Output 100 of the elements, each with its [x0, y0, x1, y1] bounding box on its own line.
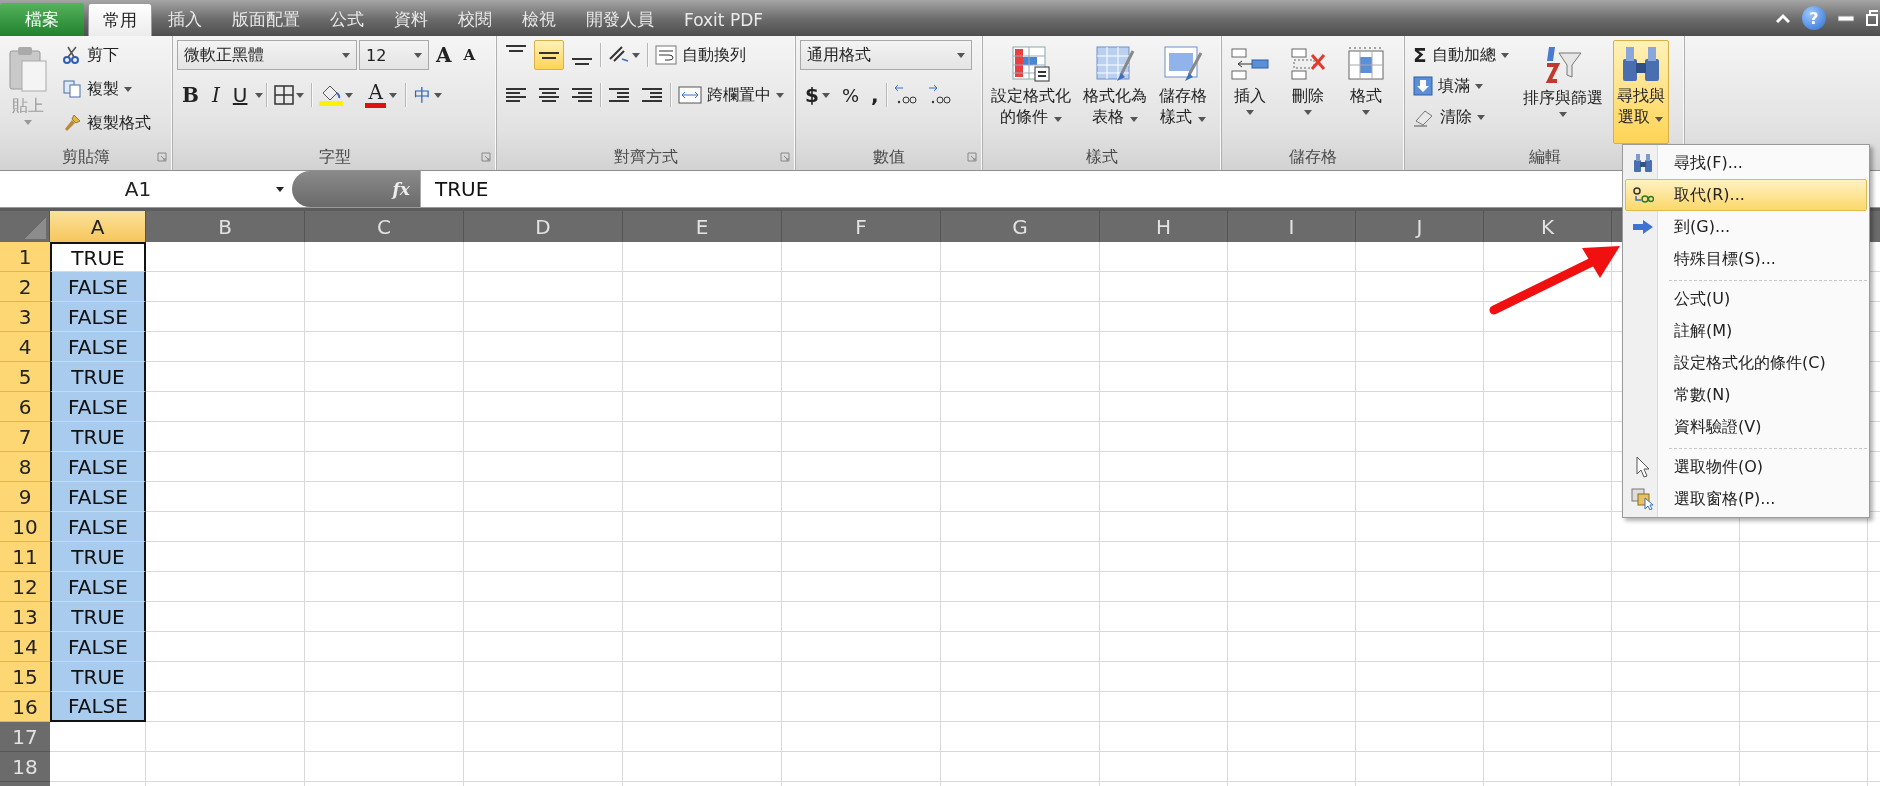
comma-button[interactable]: , [866, 80, 884, 110]
table-cell[interactable]: FALSE [50, 452, 146, 482]
ribbon-tab[interactable]: 檢視 [508, 3, 570, 36]
caret-icon [821, 92, 830, 98]
style-button[interactable]: 儲存格 樣式 [1155, 40, 1211, 144]
menu-item[interactable]: 常數(N) [1625, 379, 1867, 411]
table-cell[interactable]: FALSE [50, 332, 146, 362]
table-cell[interactable]: TRUE [50, 242, 146, 272]
menu-item[interactable]: 公式(U) [1625, 283, 1867, 315]
restore-icon[interactable] [1866, 10, 1878, 26]
table-cell[interactable]: TRUE [50, 362, 146, 392]
button-label: 清除 [1440, 106, 1472, 128]
font-size-field[interactable]: 12 [359, 40, 429, 70]
style-button[interactable]: 格式化為 表格 [1079, 40, 1151, 144]
row-header[interactable]: 14 [0, 632, 50, 662]
table-cell[interactable]: FALSE [50, 392, 146, 422]
menu-item[interactable]: 註解(M) [1625, 315, 1867, 347]
insert-cells-icon [1230, 45, 1270, 83]
row-header[interactable]: 7 [0, 422, 50, 452]
ribbon-tab[interactable]: 檔案 [0, 3, 84, 36]
font-name-field[interactable]: 微軟正黑體 [177, 40, 357, 70]
replace-icon [1632, 185, 1654, 205]
number-format-field[interactable]: 通用格式 [800, 40, 972, 70]
row-header[interactable]: 3 [0, 302, 50, 332]
table-cell[interactable]: FALSE [50, 632, 146, 662]
row-header[interactable]: 16 [0, 692, 50, 722]
vertical-align-button[interactable] [534, 40, 564, 70]
row-header[interactable]: 13 [0, 602, 50, 632]
bold-button[interactable]: B [177, 80, 204, 110]
ribbon-tab[interactable]: Foxit PDF [670, 3, 778, 36]
insert-function-button[interactable]: fx [392, 179, 410, 199]
copy-icon [62, 79, 82, 99]
menu-item[interactable]: 選取窗格(P)... [1625, 483, 1867, 515]
row-header[interactable]: 4 [0, 332, 50, 362]
find-select-button[interactable]: 尋找與 選取 [1612, 40, 1669, 144]
row-header[interactable]: 5 [0, 362, 50, 392]
table-cell[interactable]: FALSE [50, 512, 146, 542]
shrink-font-button[interactable]: A [458, 40, 481, 70]
grow-font-button[interactable]: A [431, 40, 457, 70]
table-cell[interactable]: TRUE [50, 542, 146, 572]
percent-button[interactable]: % [836, 80, 865, 110]
ribbon-tab[interactable]: 資料 [380, 3, 442, 36]
row-header[interactable]: 15 [0, 662, 50, 692]
row-header[interactable]: 2 [0, 272, 50, 302]
row-header[interactable]: 9 [0, 482, 50, 512]
ribbon-tab[interactable]: 版面配置 [218, 3, 314, 36]
row-header[interactable]: 12 [0, 572, 50, 602]
editing-button[interactable]: Σ 自動加總 [1409, 40, 1513, 70]
button-label: 複製 [87, 78, 119, 100]
underline-button[interactable]: U [227, 80, 253, 110]
conditional-format-icon [1011, 45, 1051, 83]
menu-item[interactable]: 設定格式化的條件(C) [1625, 347, 1867, 379]
align-right-icon [571, 86, 593, 104]
table-cell[interactable]: TRUE [50, 662, 146, 692]
wrap-text-button[interactable]: 自動換列 [651, 40, 750, 70]
table-cell[interactable]: FALSE [50, 572, 146, 602]
italic-button[interactable]: I [206, 80, 225, 110]
table-cell[interactable]: TRUE [50, 422, 146, 452]
menu-item[interactable]: 特殊目標(S)... [1625, 243, 1867, 275]
caret-icon [342, 52, 350, 58]
name-box[interactable]: A1 [0, 171, 292, 207]
merge-center-button[interactable]: 跨欄置中 [674, 80, 788, 110]
ribbon-tab[interactable]: 校閱 [444, 3, 506, 36]
clipboard-button[interactable]: 複製格式 [58, 108, 155, 138]
menu-item[interactable]: 資料驗證(V) [1625, 411, 1867, 443]
clipboard-button[interactable]: 複製 [58, 74, 155, 104]
editing-button[interactable]: 清除 [1409, 102, 1513, 132]
table-cell[interactable]: FALSE [50, 692, 146, 722]
menu-item[interactable]: 取代(R)... [1625, 179, 1867, 211]
currency-button[interactable]: $ [800, 80, 835, 110]
table-cell[interactable]: FALSE [50, 302, 146, 332]
row-header[interactable]: 11 [0, 542, 50, 572]
caret-icon [388, 92, 397, 98]
row-header[interactable]: 10 [0, 512, 50, 542]
ribbon-tab[interactable]: 公式 [316, 3, 378, 36]
clipboard-button[interactable]: 剪下 [58, 40, 155, 70]
ribbon-tab[interactable]: 插入 [154, 3, 216, 36]
row-header[interactable]: 8 [0, 452, 50, 482]
cells-button[interactable]: 插入 [1226, 40, 1274, 144]
row-header[interactable]: 1 [0, 242, 50, 272]
table-cell[interactable]: FALSE [50, 272, 146, 302]
ribbon-tab[interactable]: 開發人員 [572, 3, 668, 36]
sort-filter-button[interactable]: 排序與篩選 [1518, 40, 1607, 144]
table-cell[interactable]: TRUE [50, 602, 146, 632]
menu-item[interactable]: 選取物件(O) [1625, 451, 1867, 483]
cells-button[interactable]: 格式 [1342, 40, 1390, 144]
editing-button[interactable]: 填滿 [1409, 71, 1513, 101]
font-color-button[interactable]: A [360, 80, 402, 110]
collapse-ribbon-icon[interactable] [1776, 13, 1790, 23]
ribbon-tab[interactable]: 常用 [88, 3, 152, 36]
menu-item[interactable]: 到(G)... [1625, 211, 1867, 243]
caret-icon [124, 86, 132, 92]
decimal-icon [926, 84, 951, 106]
style-button[interactable]: 設定格式化 的條件 [987, 40, 1075, 144]
phonetic-button[interactable]: 中 [408, 80, 447, 110]
column-header[interactable]: A [50, 211, 146, 242]
table-cell[interactable]: FALSE [50, 482, 146, 512]
cells-button[interactable]: 刪除 [1284, 40, 1332, 144]
row-header[interactable]: 6 [0, 392, 50, 422]
minimize-icon[interactable] [1838, 14, 1854, 22]
